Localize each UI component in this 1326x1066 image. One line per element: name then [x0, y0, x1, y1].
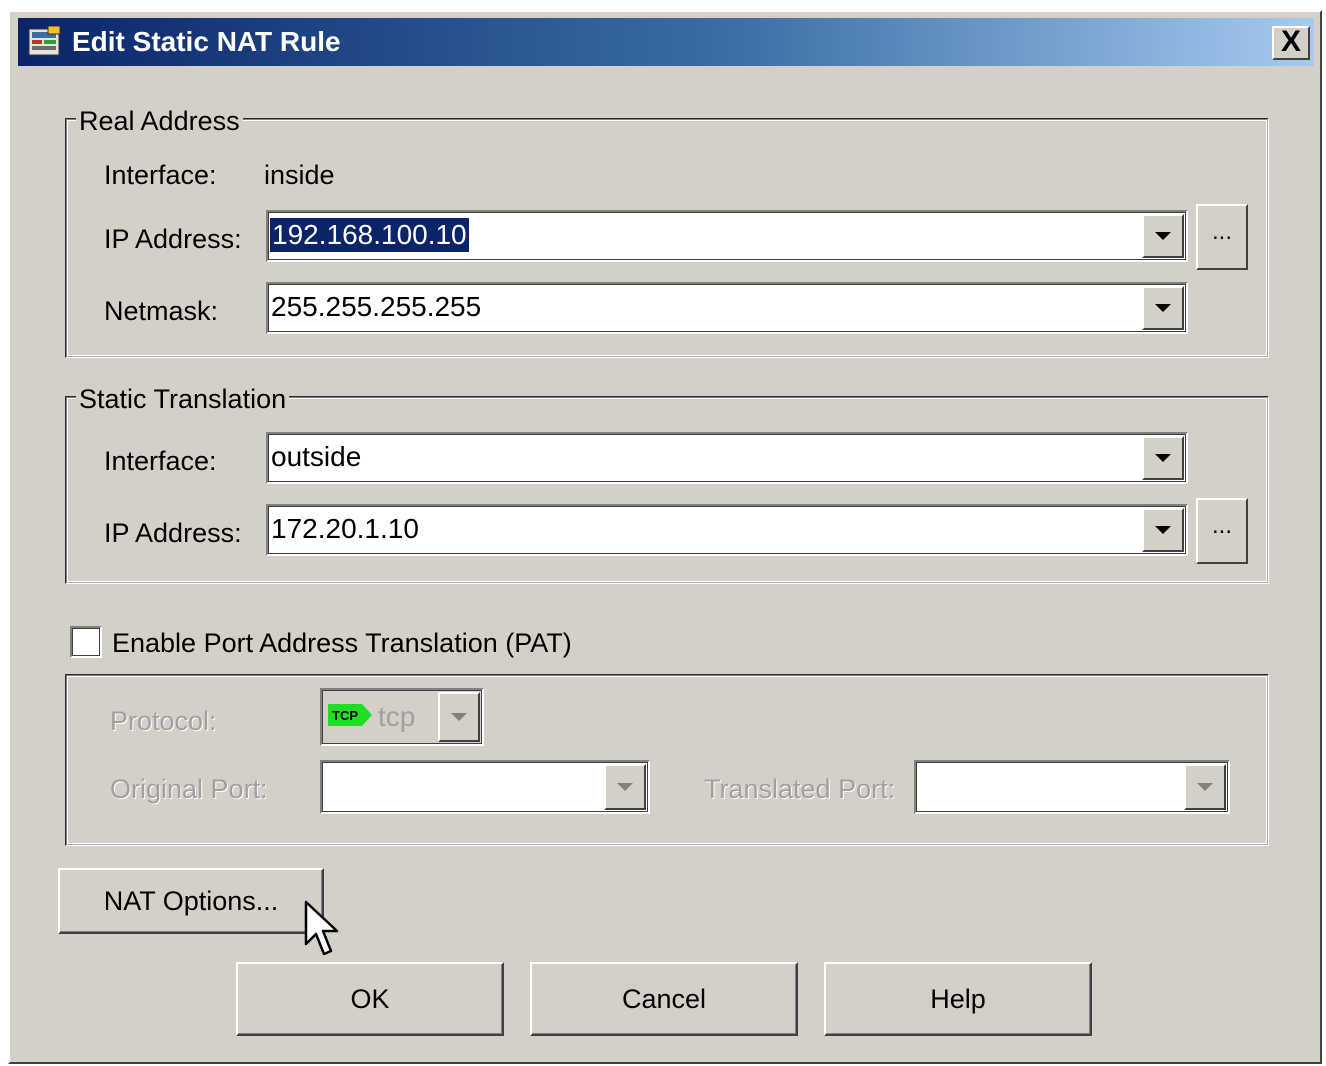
real-netmask-value[interactable]: 255.255.255.255 [271, 290, 481, 324]
real-address-legend: Real Address [76, 106, 243, 136]
translated-interface-label: Interface: [104, 446, 217, 476]
translated-ip-browse-button[interactable]: ... [1196, 498, 1248, 564]
title-bar[interactable]: Edit Static NAT Rule X [18, 18, 1314, 66]
real-interface-label: Interface: [104, 160, 217, 190]
real-netmask-label: Netmask: [104, 296, 219, 326]
nat-options-button[interactable]: NAT Options... [58, 868, 324, 934]
real-netmask-combo[interactable]: 255.255.255.255 [266, 282, 1188, 334]
translated-interface-combo[interactable]: outside [266, 432, 1188, 484]
close-button[interactable]: X [1272, 26, 1310, 60]
translated-ip-label: IP Address: [104, 518, 242, 548]
edit-static-nat-rule-dialog: Edit Static NAT Rule X Real Address Inte… [8, 10, 1322, 1064]
real-ip-combo[interactable]: 192.168.100.10 [266, 210, 1188, 262]
mouse-pointer-icon [304, 900, 339, 956]
translated-ip-combo[interactable]: 172.20.1.10 [266, 504, 1188, 556]
help-button[interactable]: Help [824, 962, 1092, 1036]
tcp-icon-text: TCP [332, 708, 358, 723]
cancel-button[interactable]: Cancel [530, 962, 798, 1036]
translated-ip-value[interactable]: 172.20.1.10 [271, 512, 419, 546]
dialog-title: Edit Static NAT Rule [72, 26, 341, 57]
real-ip-browse-button[interactable]: ... [1196, 204, 1248, 270]
close-icon: X [1280, 25, 1301, 58]
chevron-down-icon[interactable] [1142, 508, 1184, 552]
enable-pat-label[interactable]: Enable Port Address Translation (PAT) [112, 628, 572, 658]
real-interface-value: inside [264, 160, 335, 190]
real-ip-value[interactable]: 192.168.100.10 [270, 218, 469, 252]
translated-port-label: Translated Port: [704, 774, 896, 804]
original-port-combo[interactable] [320, 760, 650, 814]
chevron-down-icon[interactable] [1142, 214, 1184, 258]
tcp-icon: TCP [328, 704, 372, 726]
translated-port-combo[interactable] [914, 760, 1230, 814]
protocol-label: Protocol: [110, 706, 217, 736]
ok-button[interactable]: OK [236, 962, 504, 1036]
chevron-down-icon[interactable] [1142, 436, 1184, 480]
translated-interface-value[interactable]: outside [271, 440, 361, 474]
chevron-down-icon[interactable] [604, 764, 646, 810]
chevron-down-icon[interactable] [438, 692, 480, 742]
real-ip-label: IP Address: [104, 224, 242, 254]
enable-pat-checkbox[interactable] [70, 626, 102, 658]
protocol-combo[interactable]: TCP tcp [320, 688, 484, 746]
static-translation-legend: Static Translation [76, 384, 290, 414]
nat-rule-icon [28, 26, 61, 56]
chevron-down-icon[interactable] [1142, 286, 1184, 330]
protocol-value: tcp [378, 701, 416, 732]
original-port-label: Original Port: [110, 774, 268, 804]
chevron-down-icon[interactable] [1184, 764, 1226, 810]
